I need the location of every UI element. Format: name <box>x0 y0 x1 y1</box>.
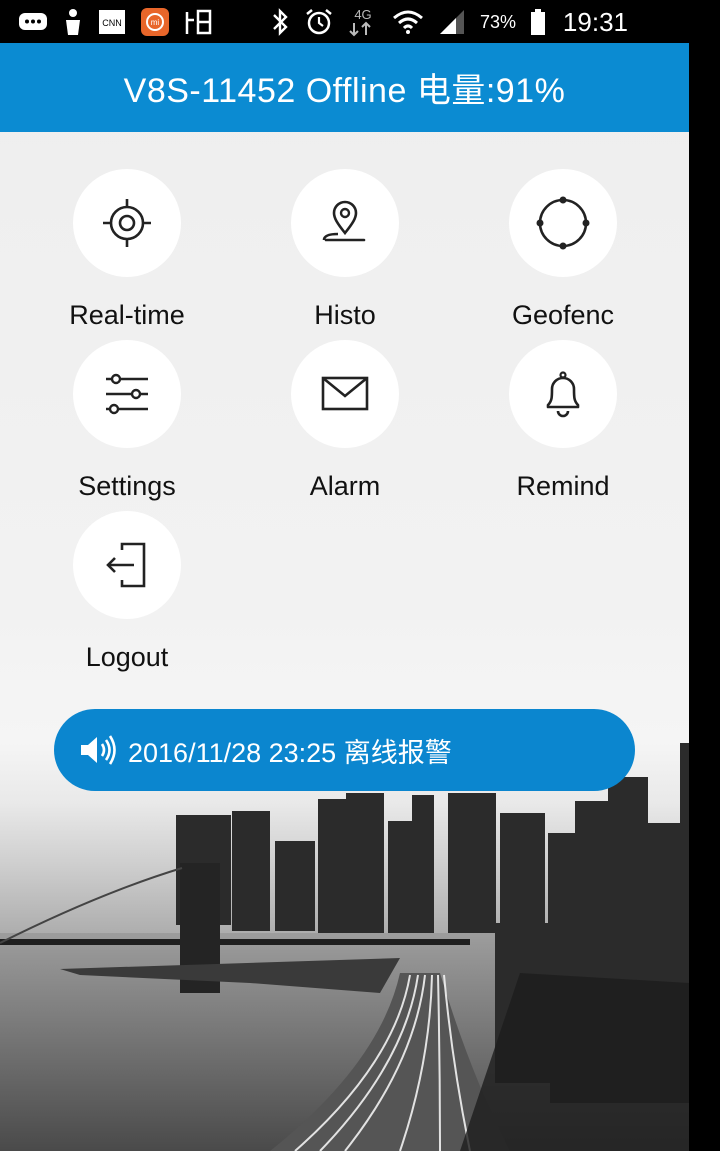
menu-label: Geofenc <box>511 300 615 330</box>
logout-icon <box>106 542 146 588</box>
signal-icon <box>438 7 466 37</box>
notice-text: 2016/11/28 23:25 离线报警 <box>128 737 452 768</box>
geofence-icon <box>536 196 590 250</box>
menu-label: Alarm <box>309 471 381 501</box>
envelope-icon <box>321 376 369 411</box>
wifi-icon <box>392 7 424 37</box>
geofence-button[interactable] <box>509 169 617 277</box>
history-button[interactable] <box>291 169 399 277</box>
mi-icon: mi <box>140 7 170 37</box>
alarm-button[interactable] <box>291 340 399 448</box>
crosshair-icon <box>103 199 151 247</box>
menu-item-geofence[interactable]: Geofenc <box>463 169 663 335</box>
menu-item-history[interactable]: Histo <box>245 169 445 335</box>
screen-edge <box>689 43 720 1151</box>
hand-icon <box>62 7 84 37</box>
logout-button[interactable] <box>73 511 181 619</box>
svg-text:mi: mi <box>151 18 160 27</box>
settings-button[interactable] <box>73 340 181 448</box>
cnn-icon: CNN <box>98 7 126 37</box>
realtime-button[interactable] <box>73 169 181 277</box>
alarm-icon <box>304 7 334 37</box>
clock: 19:31 <box>562 7 628 37</box>
page-title: V8S-11452 Offline 电量:91% <box>0 43 689 132</box>
menu-label: Real-time <box>69 300 185 330</box>
menu-item-logout[interactable]: Logout <box>27 511 227 677</box>
speaker-icon <box>78 733 118 767</box>
battery-icon <box>530 7 546 37</box>
menu-label: Settings <box>78 471 176 501</box>
bell-icon <box>546 371 580 418</box>
remind-button[interactable] <box>509 340 617 448</box>
status-bar: CNN mi 4G 73% 19:31 <box>0 0 720 43</box>
app-icon <box>184 7 214 37</box>
bluetooth-icon <box>270 7 290 37</box>
app-screen: V8S-11452 Offline 电量:91% Real-time Histo… <box>0 43 689 1151</box>
city-background-image <box>0 743 689 1151</box>
menu-item-realtime[interactable]: Real-time <box>27 169 227 335</box>
4g-icon: 4G <box>348 7 378 37</box>
alarm-notice-bar[interactable]: 2016/11/28 23:25 离线报警 <box>54 709 635 791</box>
menu-item-alarm[interactable]: Alarm <box>245 340 445 506</box>
menu-label: Logout <box>85 642 169 672</box>
menu-item-remind[interactable]: Remind <box>463 340 663 506</box>
chat-icon <box>18 7 48 37</box>
battery-percent: 73% <box>480 11 517 32</box>
menu-label: Histo <box>314 300 376 330</box>
svg-text:CNN: CNN <box>102 18 122 28</box>
menu-label: Remind <box>516 471 610 501</box>
map-pin-icon <box>322 200 366 242</box>
sliders-icon <box>106 373 148 415</box>
menu-item-settings[interactable]: Settings <box>27 340 227 506</box>
